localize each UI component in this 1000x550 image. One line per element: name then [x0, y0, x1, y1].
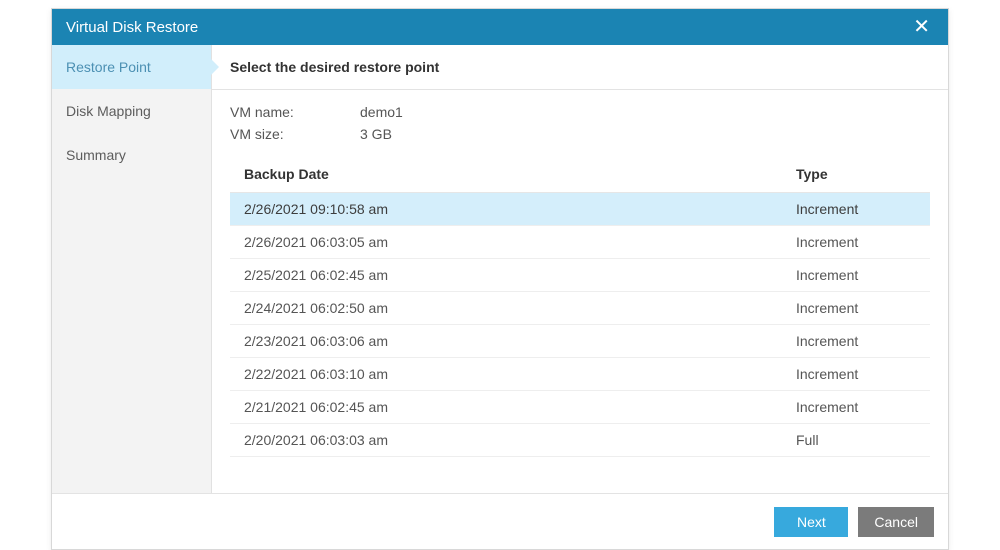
vm-size-label: VM size:	[230, 126, 360, 142]
backup-type-cell: Increment	[796, 399, 916, 415]
vm-name-label: VM name:	[230, 104, 360, 120]
column-header-type[interactable]: Type	[796, 166, 916, 182]
backup-type-cell: Full	[796, 432, 916, 448]
vm-size-row: VM size: 3 GB	[230, 126, 930, 142]
sidebar-item-summary[interactable]: Summary	[52, 133, 211, 177]
main-heading: Select the desired restore point	[212, 45, 948, 90]
table-row[interactable]: 2/26/2021 06:03:05 amIncrement	[230, 226, 930, 259]
table-row[interactable]: 2/23/2021 06:03:06 amIncrement	[230, 325, 930, 358]
backup-type-cell: Increment	[796, 201, 916, 217]
vm-name-row: VM name: demo1	[230, 104, 930, 120]
dialog-body: Restore PointDisk MappingSummary Select …	[52, 45, 948, 493]
backup-date-cell: 2/22/2021 06:03:10 am	[244, 366, 796, 382]
sidebar-item-restore-point[interactable]: Restore Point	[52, 45, 211, 89]
close-icon[interactable]: ✕	[909, 17, 934, 37]
main-content: VM name: demo1 VM size: 3 GB Backup Date…	[212, 90, 948, 493]
backup-type-cell: Increment	[796, 366, 916, 382]
main-panel: Select the desired restore point VM name…	[212, 45, 948, 493]
backup-date-cell: 2/26/2021 06:03:05 am	[244, 234, 796, 250]
table-row[interactable]: 2/20/2021 06:03:03 amFull	[230, 424, 930, 457]
restore-points-table: Backup Date Type 2/26/2021 09:10:58 amIn…	[230, 158, 930, 457]
cancel-button[interactable]: Cancel	[858, 507, 934, 537]
sidebar-item-disk-mapping[interactable]: Disk Mapping	[52, 89, 211, 133]
backup-date-cell: 2/24/2021 06:02:50 am	[244, 300, 796, 316]
table-row[interactable]: 2/21/2021 06:02:45 amIncrement	[230, 391, 930, 424]
backup-type-cell: Increment	[796, 234, 916, 250]
backup-date-cell: 2/20/2021 06:03:03 am	[244, 432, 796, 448]
vm-name-value: demo1	[360, 104, 403, 120]
backup-date-cell: 2/21/2021 06:02:45 am	[244, 399, 796, 415]
vm-size-value: 3 GB	[360, 126, 392, 142]
backup-type-cell: Increment	[796, 333, 916, 349]
table-row[interactable]: 2/26/2021 09:10:58 amIncrement	[230, 193, 930, 226]
backup-type-cell: Increment	[796, 300, 916, 316]
table-row[interactable]: 2/22/2021 06:03:10 amIncrement	[230, 358, 930, 391]
dialog-title: Virtual Disk Restore	[66, 19, 198, 36]
dialog: Virtual Disk Restore ✕ Restore PointDisk…	[51, 8, 949, 550]
table-row[interactable]: 2/25/2021 06:02:45 amIncrement	[230, 259, 930, 292]
next-button[interactable]: Next	[774, 507, 848, 537]
backup-type-cell: Increment	[796, 267, 916, 283]
table-header-row: Backup Date Type	[230, 158, 930, 193]
dialog-footer: Next Cancel	[52, 493, 948, 549]
backup-date-cell: 2/26/2021 09:10:58 am	[244, 201, 796, 217]
titlebar: Virtual Disk Restore ✕	[52, 9, 948, 45]
column-header-backup-date[interactable]: Backup Date	[244, 166, 796, 182]
backup-date-cell: 2/23/2021 06:03:06 am	[244, 333, 796, 349]
table-body: 2/26/2021 09:10:58 amIncrement2/26/2021 …	[230, 193, 930, 457]
sidebar: Restore PointDisk MappingSummary	[52, 45, 212, 493]
backup-date-cell: 2/25/2021 06:02:45 am	[244, 267, 796, 283]
table-row[interactable]: 2/24/2021 06:02:50 amIncrement	[230, 292, 930, 325]
